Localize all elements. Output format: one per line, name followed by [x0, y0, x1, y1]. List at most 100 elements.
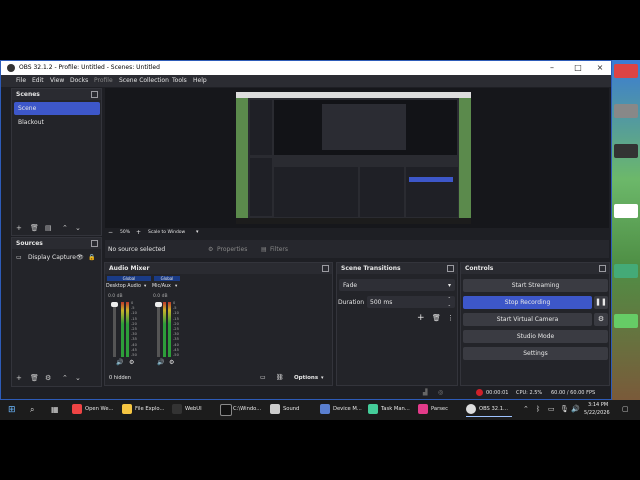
source-properties-gear-icon[interactable]: ⚙ — [45, 374, 51, 382]
options-button[interactable]: Options — [294, 375, 318, 381]
slider-handle[interactable] — [111, 302, 118, 307]
lock-icon[interactable]: 🔒 — [88, 254, 95, 261]
scene-item-blackout[interactable]: Blackout — [14, 116, 100, 129]
mic-aux-volume-slider[interactable] — [157, 302, 160, 357]
taskbar-app-cmd[interactable]: C:\Windo... — [220, 404, 266, 416]
speaker-icon[interactable]: 🔊 — [116, 359, 123, 366]
taskbar-app-parsec[interactable]: Parsec — [418, 404, 460, 416]
chevron-up-icon[interactable]: ⌃ — [448, 296, 451, 301]
bluetooth-icon[interactable]: ᛒ — [536, 405, 540, 413]
desktop-icon-epic[interactable] — [614, 144, 638, 158]
speaker-icon[interactable]: 🔊 — [571, 405, 580, 413]
undock-icon[interactable] — [91, 91, 98, 98]
zoom-level: 50% — [120, 230, 131, 235]
notification-icon[interactable]: ▢ — [622, 405, 629, 413]
microphone-icon[interactable]: 🎙 — [560, 405, 569, 413]
chevron-up-icon[interactable]: ⌃ — [523, 405, 529, 413]
filter-icon[interactable]: ▤ — [261, 246, 267, 253]
settings-button[interactable]: Settings — [463, 347, 608, 360]
add-scene-icon[interactable]: + — [16, 224, 22, 232]
chevron-down-icon[interactable]: ▾ — [144, 284, 146, 289]
duration-stepper[interactable]: 500 ms ⌃ ⌄ — [367, 296, 455, 308]
remove-source-icon[interactable]: 🗑 — [30, 374, 39, 382]
menu-docks[interactable]: Docks — [70, 77, 88, 84]
desktop-audio-volume-slider[interactable] — [113, 302, 116, 357]
add-transition-icon[interactable]: + — [417, 313, 425, 323]
taskbar-app-sound[interactable]: Sound — [270, 404, 316, 416]
nested-desktop-left — [236, 98, 248, 224]
desktop-icon-user[interactable] — [614, 104, 638, 118]
remove-transition-icon[interactable]: 🗑 — [432, 314, 441, 322]
scale-mode-select[interactable]: Scale to Window — [148, 230, 185, 235]
menu-scene-collection[interactable]: Scene Collection — [119, 77, 169, 84]
menu-file[interactable]: File — [16, 77, 26, 84]
task-view-icon[interactable]: ▦ — [51, 405, 59, 414]
clock-date[interactable]: 5/22/2026 — [584, 410, 610, 416]
filters-button[interactable]: Filters — [270, 246, 288, 253]
desktop-icon-chrome[interactable] — [614, 64, 638, 78]
gear-icon[interactable]: ⚙ — [208, 246, 213, 253]
menu-edit[interactable]: Edit — [32, 77, 44, 84]
menu-tools[interactable]: Tools — [172, 77, 187, 84]
undock-icon[interactable] — [91, 240, 98, 247]
desktop-audio-label[interactable]: Desktop Audio — [106, 284, 141, 289]
gear-icon[interactable]: ⚙ — [169, 359, 174, 366]
preview-canvas[interactable] — [236, 92, 471, 224]
start-streaming-button[interactable]: Start Streaming — [463, 279, 608, 292]
network-icon[interactable]: ▭ — [548, 405, 555, 413]
close-icon[interactable]: × — [589, 62, 611, 74]
mic-aux-label[interactable]: Mic/Aux — [152, 284, 171, 289]
desktop-icon-shortcut[interactable] — [614, 204, 638, 218]
taskbar-app-task-manager[interactable]: Task Man... — [368, 404, 414, 416]
speaker-icon[interactable]: 🔊 — [157, 359, 164, 366]
desktop-icon-minecraft[interactable] — [614, 264, 638, 278]
taskbar-app-file-explorer[interactable]: File Explo... — [122, 404, 168, 416]
start-virtual-camera-button[interactable]: Start Virtual Camera — [463, 313, 592, 326]
taskbar-app-obs[interactable]: OBS 32.1... — [466, 404, 512, 417]
more-options-icon[interactable]: ⋮ — [447, 314, 454, 322]
search-icon[interactable]: ⌕ — [30, 405, 34, 415]
move-up-icon[interactable]: ⌃ — [62, 224, 68, 232]
chevron-down-icon[interactable]: ▾ — [175, 284, 177, 289]
gear-icon[interactable]: ⚙ — [129, 359, 134, 366]
slider-handle[interactable] — [155, 302, 162, 307]
taskbar-app-openwebui[interactable]: Open We... — [72, 404, 118, 416]
undock-icon[interactable] — [599, 265, 606, 272]
menu-view[interactable]: View — [50, 77, 64, 84]
zoom-out-icon[interactable]: − — [108, 229, 113, 236]
transition-type-select[interactable]: Fade ▾ — [339, 279, 455, 291]
mixer-layout-icon[interactable]: ▭ — [260, 374, 266, 381]
scene-item-scene[interactable]: Scene — [14, 102, 100, 115]
menu-profile[interactable]: Profile — [94, 77, 113, 84]
virtual-camera-gear-icon[interactable]: ⚙ — [594, 313, 608, 326]
preview-area[interactable] — [105, 88, 609, 228]
scene-filters-icon[interactable]: ▤ — [45, 224, 52, 232]
add-source-icon[interactable]: + — [16, 374, 22, 382]
move-down-icon[interactable]: ⌄ — [75, 224, 81, 232]
maximize-icon[interactable]: □ — [567, 62, 589, 74]
remove-scene-icon[interactable]: 🗑 — [30, 224, 39, 232]
undock-icon[interactable] — [322, 265, 329, 272]
chevron-down-icon[interactable]: ⌄ — [448, 302, 451, 307]
visibility-eye-icon[interactable]: 👁 — [76, 254, 84, 261]
source-item-display-capture[interactable]: ▭ Display Capture 👁 🔒 — [14, 251, 100, 264]
zoom-in-icon[interactable]: + — [136, 229, 141, 236]
taskbar-app-device-manager[interactable]: Device M... — [320, 404, 366, 416]
undock-icon[interactable] — [447, 265, 454, 272]
pause-recording-icon[interactable]: ❚❚ — [594, 296, 608, 309]
start-windows-icon[interactable]: ⊞ — [8, 405, 16, 415]
link-icon[interactable]: ⛓ — [276, 374, 284, 381]
minimize-icon[interactable]: – — [541, 62, 563, 74]
studio-mode-button[interactable]: Studio Mode — [463, 330, 608, 343]
properties-button[interactable]: Properties — [217, 246, 247, 253]
menu-help[interactable]: Help — [193, 77, 207, 84]
desktop-icon-game[interactable] — [614, 314, 638, 328]
chevron-down-icon[interactable]: ▾ — [196, 229, 199, 235]
taskbar-app-webui[interactable]: WebUI — [172, 404, 218, 416]
clock-time[interactable]: 3:14 PM — [588, 402, 608, 408]
chevron-down-icon[interactable]: ▾ — [321, 375, 324, 381]
desktop-audio-badge: Global — [107, 276, 151, 281]
move-down-icon[interactable]: ⌄ — [75, 374, 81, 382]
move-up-icon[interactable]: ⌃ — [62, 374, 68, 382]
stop-recording-button[interactable]: Stop Recording — [463, 296, 592, 309]
